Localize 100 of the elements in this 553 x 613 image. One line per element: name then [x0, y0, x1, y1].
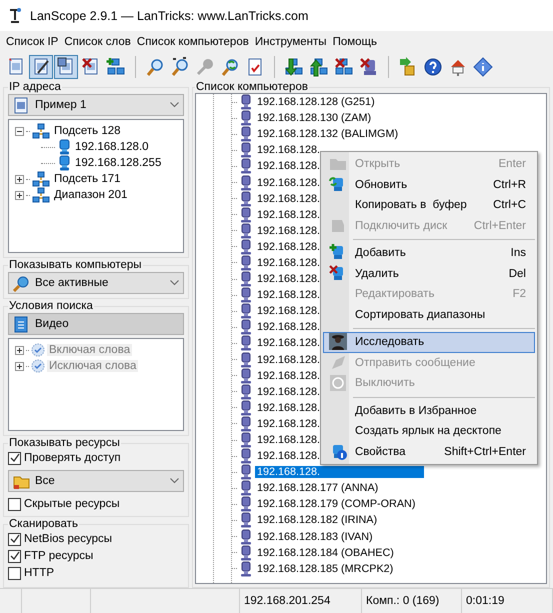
menu-item[interactable]: Список компьютеров [134, 36, 252, 48]
list-item[interactable]: 192.168.128.185 (MRCPK2) [255, 562, 396, 575]
list-item[interactable]: 192.168.128. [255, 256, 322, 269]
list-item[interactable]: 192.168.128.179 (COMP-ORAN) [255, 498, 418, 510]
tree-item[interactable]: 192.168.128.0 [73, 141, 151, 153]
list-item[interactable]: 192.168.128.177 (ANNA) [255, 482, 380, 494]
computer-icon [239, 303, 253, 320]
status-text: Комп.: 0 (169) [366, 595, 440, 607]
menu-item[interactable]: Список IP [3, 36, 62, 48]
group-title: Условия поиска [8, 300, 94, 312]
badge-icon [31, 359, 45, 373]
checkbox[interactable] [8, 550, 21, 562]
checkbox[interactable] [8, 498, 21, 510]
caret-icon [170, 478, 179, 484]
computer-icon [239, 94, 253, 110]
computer-icon [239, 158, 253, 174]
list-item[interactable]: 192.168.128. [255, 402, 322, 414]
tree-item[interactable]: 192.168.128.255 [73, 157, 164, 169]
status-text: 192.168.201.254 [244, 595, 330, 607]
tree-item[interactable]: Подсеть 128 [52, 125, 123, 137]
toolbar-button[interactable] [29, 55, 53, 79]
list-item[interactable]: 192.168.128. [255, 240, 322, 253]
menu-item[interactable]: Добавить Ins [323, 243, 535, 264]
list-item[interactable]: 192.168.128. [255, 354, 322, 366]
menu-item[interactable]: Помощь [330, 36, 380, 48]
menu-item[interactable]: Свойства Shift+Ctrl+Enter [323, 442, 535, 462]
computer-icon [239, 190, 253, 207]
list-item[interactable]: 192.168.128.184 (OBAHEC) [255, 546, 396, 559]
computer-icon [239, 271, 253, 288]
computer-icon [239, 560, 253, 577]
computer-icon [239, 528, 253, 545]
expand-toggle[interactable] [15, 190, 24, 200]
list-item[interactable]: 192.168.128. [255, 224, 322, 237]
menu-item[interactable]: Список слов [61, 36, 134, 48]
list-item[interactable]: 192.168.128. [255, 273, 322, 286]
checkbox[interactable] [8, 566, 21, 580]
list-icon [13, 316, 30, 332]
list-item[interactable]: 192.168.128. [255, 160, 322, 172]
menu-item[interactable]: Исследовать [323, 332, 535, 352]
computer-icon [239, 496, 253, 512]
menu-item[interactable]: Создать ярлык на десктопе [323, 421, 535, 442]
menu-item[interactable]: Инструменты [252, 36, 330, 48]
computer-icon [239, 110, 253, 126]
list-item[interactable]: 192.168.128.183 (IVAN) [255, 530, 375, 543]
toolbar-button[interactable] [471, 55, 495, 79]
list-item[interactable]: 192.168.128. [255, 434, 322, 446]
list-item[interactable]: 192.168.128.132 (BALIMGM) [255, 128, 400, 140]
group-title: IP адреса [8, 81, 62, 93]
dropdown[interactable]: Все [8, 470, 184, 492]
computer-icon [239, 512, 253, 528]
list-item[interactable]: 192.168.128. [255, 144, 322, 156]
network-icon [32, 187, 50, 203]
list-item[interactable]: 192.168.128. [255, 208, 322, 221]
list-item[interactable]: 192.168.128.182 (IRINA) [255, 514, 380, 526]
computer-icon [239, 352, 253, 368]
computer-icon [239, 254, 253, 271]
computer-icon [239, 222, 253, 239]
menu-item[interactable]: Удалить Del [323, 264, 535, 284]
list-item[interactable]: 192.168.128.130 (ZAM) [255, 112, 374, 124]
computer-icon [57, 139, 71, 155]
info-icon [473, 57, 493, 77]
status-text: 0:01:19 [466, 595, 504, 607]
help-icon [423, 57, 443, 77]
list-item[interactable]: 192.168.128. [255, 176, 322, 189]
group-title: Сканировать [8, 518, 79, 530]
list-item[interactable]: 192.168.128.128 (G251) [255, 96, 377, 108]
list-item[interactable]: 192.168.128. [255, 337, 322, 350]
menu-item[interactable]: Добавить в Избранное [323, 400, 535, 421]
computer-icon [57, 155, 71, 171]
tree-item[interactable]: Подсеть 171 [52, 173, 123, 185]
computer-icon [239, 432, 253, 448]
checkbox-label: NetBios ресурсы [24, 533, 112, 545]
window-title: LanScope 2.9.1 — LanTricks: www.LanTricks.com [30, 8, 308, 22]
computer-icon [239, 480, 253, 496]
expand-toggle[interactable] [15, 174, 24, 184]
list-item[interactable]: 192.168.128. [255, 450, 322, 462]
checkbox[interactable] [8, 532, 21, 546]
list-item[interactable]: 192.168.128. [255, 370, 322, 382]
list-item[interactable]: 192.168.128. [255, 305, 322, 318]
computer-icon [239, 368, 253, 384]
list-item[interactable]: 192.168.128. [255, 386, 322, 398]
computer-icon [239, 335, 253, 352]
menu-item[interactable]: Сортировать диапазоны [323, 304, 535, 325]
caret-icon [170, 280, 179, 286]
search-icon [145, 57, 165, 77]
collapse-toggle[interactable] [15, 126, 24, 136]
list-item[interactable]: 192.168.128. [255, 418, 322, 430]
dropdown[interactable]: Пример 1 [8, 94, 184, 116]
list-item[interactable]: 192.168.128. [255, 466, 424, 478]
tree-item[interactable]: Диапазон 201 [52, 189, 130, 201]
dropdown[interactable]: Все активные [8, 272, 184, 294]
toolbar-button[interactable] [54, 55, 78, 79]
document-icon [13, 96, 30, 114]
list-item[interactable]: 192.168.128. [255, 321, 322, 334]
checkbox[interactable] [8, 452, 21, 464]
menu-item[interactable]: Копировать в буфер Ctrl+C [323, 195, 535, 216]
list-item[interactable]: 192.168.128. [255, 192, 322, 205]
list-item[interactable]: 192.168.128. [255, 289, 322, 302]
computer-icon [239, 142, 253, 158]
menu-item[interactable]: Обновить Ctrl+R [323, 174, 535, 195]
